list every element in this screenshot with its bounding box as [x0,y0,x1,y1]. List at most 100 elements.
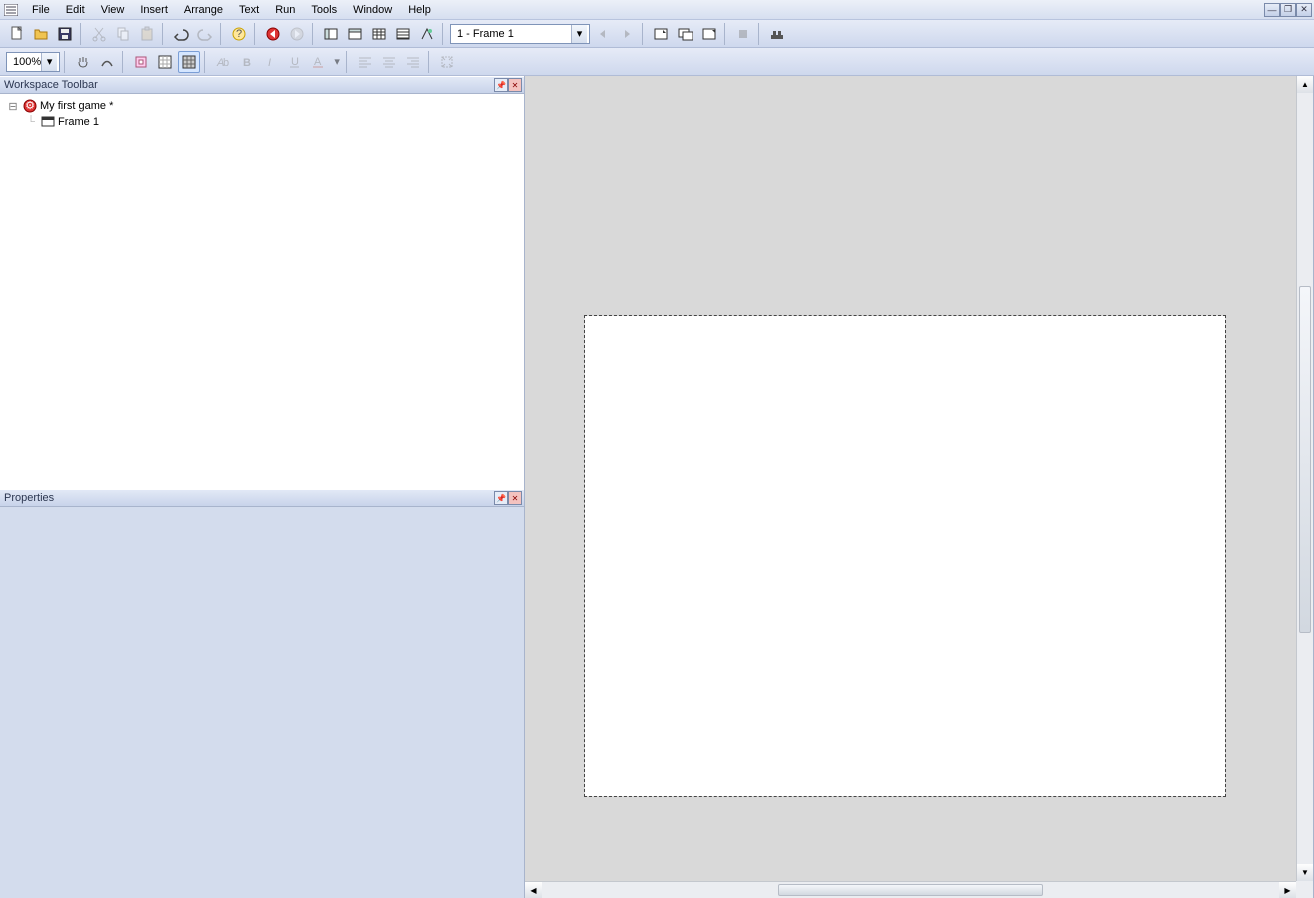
workspace-panel-header: Workspace Toolbar 📌 ✕ [0,76,524,94]
svg-text:B: B [243,57,251,69]
align-left-button[interactable] [354,51,376,73]
menu-text[interactable]: Text [231,2,267,18]
run-frame-button[interactable] [698,23,720,45]
menu-view[interactable]: View [93,2,133,18]
separator [122,51,126,73]
menu-arrange[interactable]: Arrange [176,2,231,18]
bold-button[interactable]: B [236,51,258,73]
separator [220,23,224,45]
center-frame-button[interactable] [130,51,152,73]
zoom-selector[interactable]: 100% ▾ [6,52,60,72]
text-color-button[interactable]: A [308,51,330,73]
menu-help[interactable]: Help [400,2,439,18]
copy-button[interactable] [112,23,134,45]
font-button[interactable]: Ab [212,51,234,73]
next-frame-button[interactable] [616,23,638,45]
close-panel-button[interactable]: ✕ [508,78,522,92]
save-button[interactable] [54,23,76,45]
freehand-tool-button[interactable] [96,51,118,73]
frame-editor-viewport[interactable]: ▲ ▼ ◀ ▶ [525,76,1314,898]
snap-grid-button[interactable] [178,51,200,73]
menubar: File Edit View Insert Arrange Text Run T… [0,0,1314,20]
new-button[interactable] [6,23,28,45]
separator [442,23,446,45]
redo-button[interactable] [194,23,216,45]
frame-editor-button[interactable] [344,23,366,45]
prev-frame-button[interactable] [592,23,614,45]
tree-project-row[interactable]: ⊟ ⚙ My first game * [2,98,522,114]
align-right-button[interactable] [402,51,424,73]
undo-button[interactable] [170,23,192,45]
menu-window[interactable]: Window [345,2,400,18]
svg-text:?: ? [236,28,242,40]
scroll-up-icon[interactable]: ▲ [1297,76,1313,93]
tree-collapse-icon[interactable]: ⊟ [4,100,22,113]
event-editor-button[interactable] [368,23,390,45]
scroll-left-icon[interactable]: ◀ [525,882,542,898]
separator [80,23,84,45]
separator [428,51,432,73]
scroll-thumb[interactable] [778,884,1043,896]
nav-back-button[interactable] [262,23,284,45]
chevron-down-icon: ▾ [571,25,587,43]
scroll-track[interactable] [542,882,1279,898]
scroll-thumb[interactable] [1299,286,1311,633]
scroll-right-icon[interactable]: ▶ [1279,882,1296,898]
text-color-dropdown[interactable]: ▾ [332,51,342,73]
frame-name-label: Frame 1 [58,116,99,128]
frame-canvas[interactable] [585,316,1225,796]
svg-text:I: I [268,57,271,69]
menu-run[interactable]: Run [267,2,303,18]
mdi-window-controls: — ❐ ✕ [1264,3,1312,17]
underline-button[interactable]: U [284,51,306,73]
pin-icon[interactable]: 📌 [494,491,508,505]
paste-button[interactable] [136,23,158,45]
stop-button[interactable] [732,23,754,45]
frame-icon [40,115,56,129]
mdi-minimize-button[interactable]: — [1264,3,1280,17]
menu-file[interactable]: File [24,2,58,18]
vertical-scrollbar[interactable]: ▲ ▼ [1296,76,1313,881]
svg-text:⚙: ⚙ [25,100,35,112]
italic-button[interactable]: I [260,51,282,73]
svg-text:b: b [223,57,229,69]
separator [724,23,728,45]
properties-panel-title: Properties [4,492,54,504]
cut-button[interactable] [88,23,110,45]
data-elements-button[interactable] [416,23,438,45]
mdi-restore-button[interactable]: ❐ [1280,3,1296,17]
horizontal-scrollbar[interactable]: ◀ ▶ [525,881,1296,898]
format-toolbar: 100% ▾ Ab B I U A ▾ [0,48,1314,76]
menu-tools[interactable]: Tools [303,2,345,18]
separator [162,23,166,45]
frame-selector[interactable]: 1 - Frame 1 ▾ [450,24,590,44]
nav-forward-button[interactable] [286,23,308,45]
separator [312,23,316,45]
run-project-button[interactable] [650,23,672,45]
pan-tool-button[interactable] [72,51,94,73]
open-button[interactable] [30,23,52,45]
mdi-close-button[interactable]: ✕ [1296,3,1312,17]
menu-insert[interactable]: Insert [132,2,176,18]
scroll-down-icon[interactable]: ▼ [1297,864,1313,881]
chevron-down-icon: ▾ [41,53,57,71]
app-menu-icon[interactable] [4,4,18,16]
scroll-track[interactable] [1297,93,1313,864]
run-application-button[interactable] [674,23,696,45]
application-icon: ⚙ [22,99,38,113]
workspace-tree: ⊟ ⚙ My first game * └ Frame 1 [0,94,524,489]
close-panel-button[interactable]: ✕ [508,491,522,505]
event-list-editor-button[interactable] [392,23,414,45]
build-button[interactable] [766,23,788,45]
help-contents-button[interactable]: ? [228,23,250,45]
separator [758,23,762,45]
separator [204,51,208,73]
workspace-panel-title: Workspace Toolbar [4,79,98,91]
menu-edit[interactable]: Edit [58,2,93,18]
show-grid-button[interactable] [154,51,176,73]
pin-icon[interactable]: 📌 [494,78,508,92]
align-center-button[interactable] [378,51,400,73]
storyboard-editor-button[interactable] [320,23,342,45]
tree-frame-row[interactable]: └ Frame 1 [2,114,522,130]
fit-to-frame-button[interactable] [436,51,458,73]
